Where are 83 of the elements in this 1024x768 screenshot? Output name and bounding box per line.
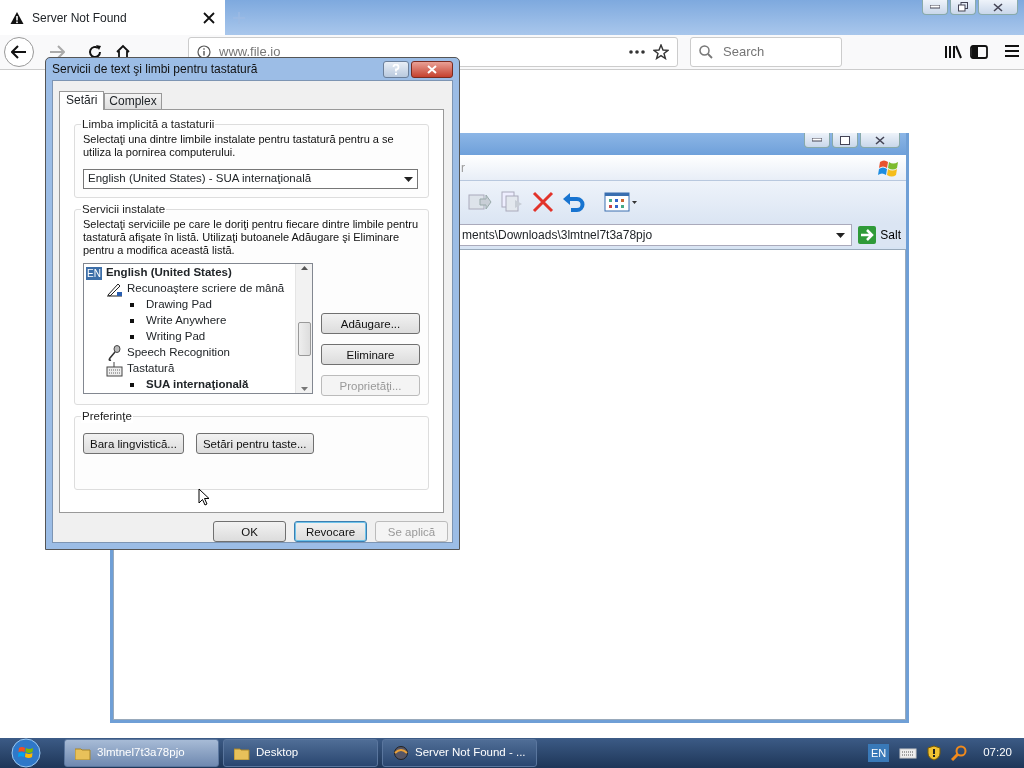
- forward-arrow-icon: [49, 45, 65, 59]
- shield-icon[interactable]: [927, 745, 942, 761]
- dropdown-arrow-icon: [836, 232, 846, 238]
- scrollbar[interactable]: [295, 264, 312, 393]
- tab[interactable]: Complex: [104, 93, 162, 109]
- button[interactable]: OK: [213, 521, 286, 542]
- pen-icon: [106, 281, 123, 297]
- description-text: Selectaţi serviciile pe care le doriţi pentru fiecare dintre limbile pentru tastatură afişate în listă. Utilizaţi butoanele Adăugare şi Eliminare pentru a modifica această listă.: [83, 218, 420, 257]
- bullet-icon: [130, 383, 134, 387]
- button[interactable]: Bara lingvistică...: [83, 433, 184, 454]
- tab[interactable]: Setări: [59, 91, 105, 110]
- start-orb-icon: [11, 738, 41, 768]
- bullet-icon: [130, 335, 134, 339]
- browser-icon: [393, 746, 409, 760]
- scroll-up-icon: [300, 266, 308, 270]
- tree-item[interactable]: Writing Pad: [86, 329, 293, 345]
- library-icon[interactable]: [944, 44, 962, 60]
- search-icon[interactable]: [951, 745, 968, 761]
- views-icon[interactable]: [604, 191, 638, 213]
- language-dropdown[interactable]: English (United States) - SUA internaţională: [83, 169, 418, 189]
- description-text: Selectaţi una dintre limbile instalate pentru tastatură pentru a se utiliza la pornirea computerului.: [83, 133, 395, 159]
- scrollbar-thumb[interactable]: [297, 321, 311, 356]
- button[interactable]: Eliminare: [321, 344, 420, 365]
- scroll-down-icon: [300, 387, 308, 391]
- language-badge: EN: [86, 266, 102, 280]
- language-indicator[interactable]: EN: [867, 743, 890, 763]
- close-icon: [875, 135, 885, 145]
- close-icon[interactable]: [203, 11, 215, 24]
- tree-item[interactable]: SUA internaţională: [86, 377, 293, 393]
- reload-icon: [87, 44, 103, 60]
- warning-icon: [10, 10, 24, 25]
- undo-icon[interactable]: [562, 191, 586, 213]
- close-button[interactable]: [978, 0, 1018, 15]
- bullet-icon: [130, 303, 134, 307]
- folder-icon: [234, 746, 250, 760]
- help-button[interactable]: [383, 60, 409, 78]
- group-title: Servicii instalate: [81, 202, 167, 216]
- more-icon[interactable]: [629, 50, 645, 54]
- go-button[interactable]: Salt: [856, 224, 903, 246]
- restore-button[interactable]: [950, 0, 976, 15]
- sidebar-icon[interactable]: [970, 44, 988, 60]
- close-icon: [993, 2, 1003, 12]
- dropdown-arrow-icon: [404, 176, 413, 182]
- minimize-icon: [930, 5, 940, 9]
- group-title: Preferinţe: [81, 409, 133, 423]
- tree-item[interactable]: Write Anywhere: [86, 313, 293, 329]
- maximize-button[interactable]: [832, 133, 858, 148]
- tree-item[interactable]: Speech Recognition: [86, 345, 293, 361]
- go-arrow-icon: [858, 226, 877, 244]
- folder-icon: [75, 746, 91, 760]
- tree-item[interactable]: EN English (United States): [86, 265, 293, 281]
- back-arrow-icon: [11, 45, 27, 59]
- clock[interactable]: 07:20: [983, 744, 1012, 762]
- taskbar-button[interactable]: Server Not Found - ...: [382, 739, 537, 767]
- button[interactable]: Setări pentru taste...: [195, 433, 314, 454]
- restore-icon: [958, 2, 968, 12]
- microphone-icon: [106, 345, 123, 361]
- keyboard-icon[interactable]: [899, 747, 918, 759]
- menu-icon[interactable]: [1004, 44, 1020, 58]
- search-bar[interactable]: Search: [690, 37, 842, 67]
- tree-item[interactable]: Drawing Pad: [86, 297, 293, 313]
- home-icon: [115, 44, 131, 60]
- back-button[interactable]: [4, 37, 34, 67]
- tree-item[interactable]: Tastatură: [86, 361, 293, 377]
- taskbar-button[interactable]: Desktop: [223, 739, 378, 767]
- bullet-icon: [130, 319, 134, 323]
- maximize-icon: [840, 135, 850, 145]
- close-button[interactable]: [411, 60, 453, 78]
- button[interactable]: Revocare: [294, 521, 367, 542]
- star-icon[interactable]: [653, 44, 669, 60]
- keyboard-icon: [106, 361, 123, 377]
- service-tree[interactable]: EN English (United States) Recunoaştere scriere de mână Drawing Pad Write Anywhere Writing Pad Speech Recognition Tastatură SUA internaţională: [83, 263, 313, 394]
- delete-icon[interactable]: [532, 191, 554, 213]
- tree-item[interactable]: Recunoaştere scriere de mână: [86, 281, 293, 297]
- button[interactable]: Adăugare...: [321, 313, 420, 334]
- help-icon: [392, 63, 400, 75]
- address-field[interactable]: ments\Downloads\3lmtnel7t3a78pjo: [459, 224, 853, 246]
- close-icon: [427, 64, 437, 74]
- group-title: Limba implicită a tastaturii: [81, 117, 216, 131]
- search-icon: [699, 45, 713, 59]
- browser-tab[interactable]: Server Not Found: [0, 0, 225, 35]
- close-button[interactable]: [860, 133, 900, 148]
- minimize-icon: [812, 138, 822, 142]
